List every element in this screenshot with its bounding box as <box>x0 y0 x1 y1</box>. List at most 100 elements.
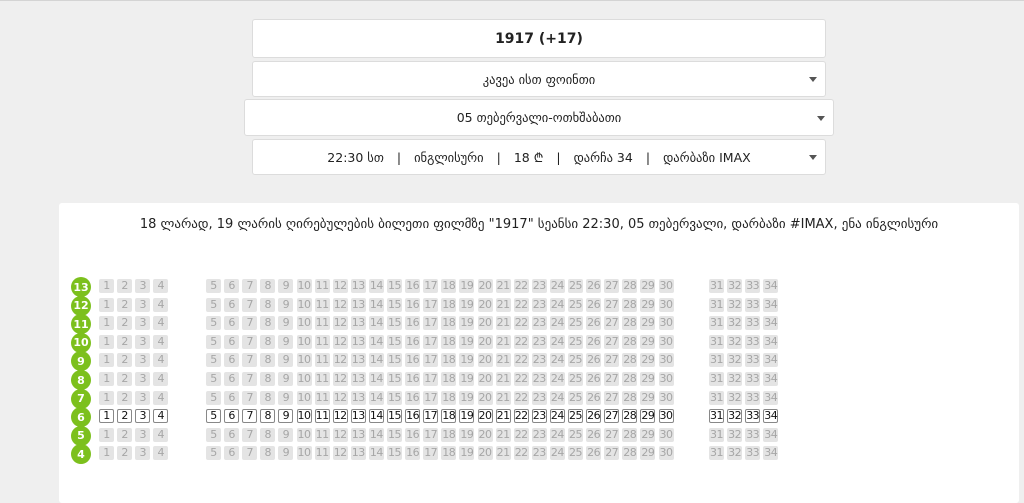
seat-available[interactable]: 9 <box>278 409 294 424</box>
seat-available[interactable]: 15 <box>387 409 402 424</box>
seat-unavailable: 3 <box>135 446 151 461</box>
seat-unavailable: 18 <box>441 353 457 368</box>
seat-unavailable: 4 <box>153 316 169 331</box>
seat-unavailable: 10 <box>296 446 312 461</box>
seat-unavailable: 22 <box>513 372 529 386</box>
seat-unavailable: 14 <box>368 279 384 293</box>
seat-unavailable: 3 <box>135 297 151 312</box>
seat-unavailable: 5 <box>206 390 221 405</box>
seat-available[interactable]: 5 <box>206 409 221 424</box>
seat-unavailable: 34 <box>763 372 779 386</box>
seat-unavailable: 16 <box>405 353 421 368</box>
seat-unavailable: 5 <box>206 353 221 368</box>
seat-available[interactable]: 26 <box>586 409 602 424</box>
seat-unavailable: 18 <box>441 427 457 442</box>
seat-available[interactable]: 33 <box>745 409 761 424</box>
seat-unavailable: 4 <box>153 390 169 405</box>
seat-unavailable: 15 <box>387 372 402 386</box>
seat-unavailable: 29 <box>640 279 656 293</box>
session-seats-left: დარჩა 34 <box>573 149 633 165</box>
row-number-badge: 11 <box>71 314 91 335</box>
seat-available[interactable]: 16 <box>405 409 421 424</box>
seat-available[interactable]: 12 <box>332 409 348 424</box>
seat-available[interactable]: 13 <box>350 409 366 424</box>
seat-available[interactable]: 32 <box>727 409 743 424</box>
seat-available[interactable]: 19 <box>459 409 475 424</box>
seat-unavailable: 18 <box>441 334 457 349</box>
seat-unavailable: 8 <box>260 446 276 461</box>
seat-available[interactable]: 6 <box>224 409 240 424</box>
seat-unavailable: 2 <box>117 297 133 312</box>
seat-available[interactable]: 8 <box>260 409 276 424</box>
seat-unavailable: 3 <box>135 279 151 293</box>
seat-unavailable: 28 <box>622 279 638 293</box>
seat-unavailable: 9 <box>278 446 294 461</box>
seat-unavailable: 28 <box>622 390 638 405</box>
seat-unavailable: 13 <box>350 372 366 386</box>
seat-available[interactable]: 29 <box>640 409 656 424</box>
seat-available[interactable]: 23 <box>531 409 547 424</box>
seat-unavailable: 14 <box>368 427 384 442</box>
seat-available[interactable]: 21 <box>495 409 511 424</box>
seat-unavailable: 26 <box>586 372 602 386</box>
seat-unavailable: 20 <box>477 372 493 386</box>
seat-unavailable: 32 <box>727 279 743 293</box>
seat-unavailable: 11 <box>314 427 330 442</box>
seat-unavailable: 31 <box>709 316 724 331</box>
seat-unavailable: 33 <box>745 427 761 442</box>
seat-unavailable: 5 <box>206 297 221 312</box>
seat-available[interactable]: 22 <box>513 409 529 424</box>
seat-available[interactable]: 34 <box>763 409 779 424</box>
session-select[interactable]: 22:30 სთ | ინგლისური | 18 ₾ | დარჩა 34 |… <box>252 139 826 175</box>
seat-available[interactable]: 25 <box>568 409 583 424</box>
seat-available[interactable]: 3 <box>135 409 151 424</box>
seat-available[interactable]: 14 <box>368 409 384 424</box>
cinema-select[interactable]: კავეა ისთ ფოინთი <box>252 61 826 97</box>
seat-unavailable: 26 <box>586 334 602 349</box>
seat-available[interactable]: 4 <box>153 409 169 424</box>
seat-unavailable: 16 <box>405 316 421 331</box>
seat-unavailable: 23 <box>531 372 547 386</box>
seat-unavailable: 17 <box>423 446 439 461</box>
seat-available[interactable]: 2 <box>117 409 133 424</box>
seat-available[interactable]: 27 <box>604 409 620 424</box>
seat-available[interactable]: 17 <box>423 409 439 424</box>
date-select[interactable]: 05 თებერვალი-ოთხშაბათი <box>244 99 834 136</box>
seat-available[interactable]: 31 <box>709 409 724 424</box>
seat-unavailable: 9 <box>278 334 294 349</box>
seat-available[interactable]: 11 <box>314 409 330 424</box>
seat-available[interactable]: 10 <box>296 409 312 424</box>
seat-unavailable: 14 <box>368 446 384 461</box>
seat-unavailable: 27 <box>604 446 620 461</box>
seat-unavailable: 31 <box>709 297 724 312</box>
seat-unavailable: 19 <box>459 297 475 312</box>
seat-available[interactable]: 20 <box>477 409 493 424</box>
seat-row-10: 10 1 2 3 4 5 6 7 8 9 10 11 12 13 14 15 16 17 18 19 20 21 22 23 2… <box>71 332 791 353</box>
seat-unavailable: 19 <box>459 279 475 293</box>
seat-unavailable: 14 <box>368 390 384 405</box>
seat-available[interactable]: 18 <box>441 409 457 424</box>
seat-unavailable: 3 <box>135 353 151 368</box>
seat-unavailable: 25 <box>568 390 583 405</box>
seat-available[interactable]: 28 <box>622 409 638 424</box>
seat-unavailable: 12 <box>332 427 348 442</box>
seat-unavailable: 26 <box>586 297 602 312</box>
seat-unavailable: 8 <box>260 334 276 349</box>
seat-available[interactable]: 24 <box>549 409 565 424</box>
seat-available[interactable]: 30 <box>658 409 674 424</box>
seat-unavailable: 12 <box>332 279 348 293</box>
seat-unavailable: 20 <box>477 316 493 331</box>
seat-unavailable: 16 <box>405 427 421 442</box>
seat-unavailable: 32 <box>727 316 743 331</box>
seat-unavailable: 34 <box>763 334 779 349</box>
seat-unavailable: 31 <box>709 390 724 405</box>
seat-unavailable: 14 <box>368 316 384 331</box>
seat-available[interactable]: 1 <box>99 409 114 424</box>
seat-unavailable: 30 <box>658 372 674 386</box>
seat-unavailable: 21 <box>495 334 511 349</box>
seat-unavailable: 33 <box>745 334 761 349</box>
seat-available[interactable]: 7 <box>242 409 258 424</box>
seat-unavailable: 17 <box>423 372 439 386</box>
seat-unavailable: 21 <box>495 279 511 293</box>
seat-unavailable: 11 <box>314 353 330 368</box>
